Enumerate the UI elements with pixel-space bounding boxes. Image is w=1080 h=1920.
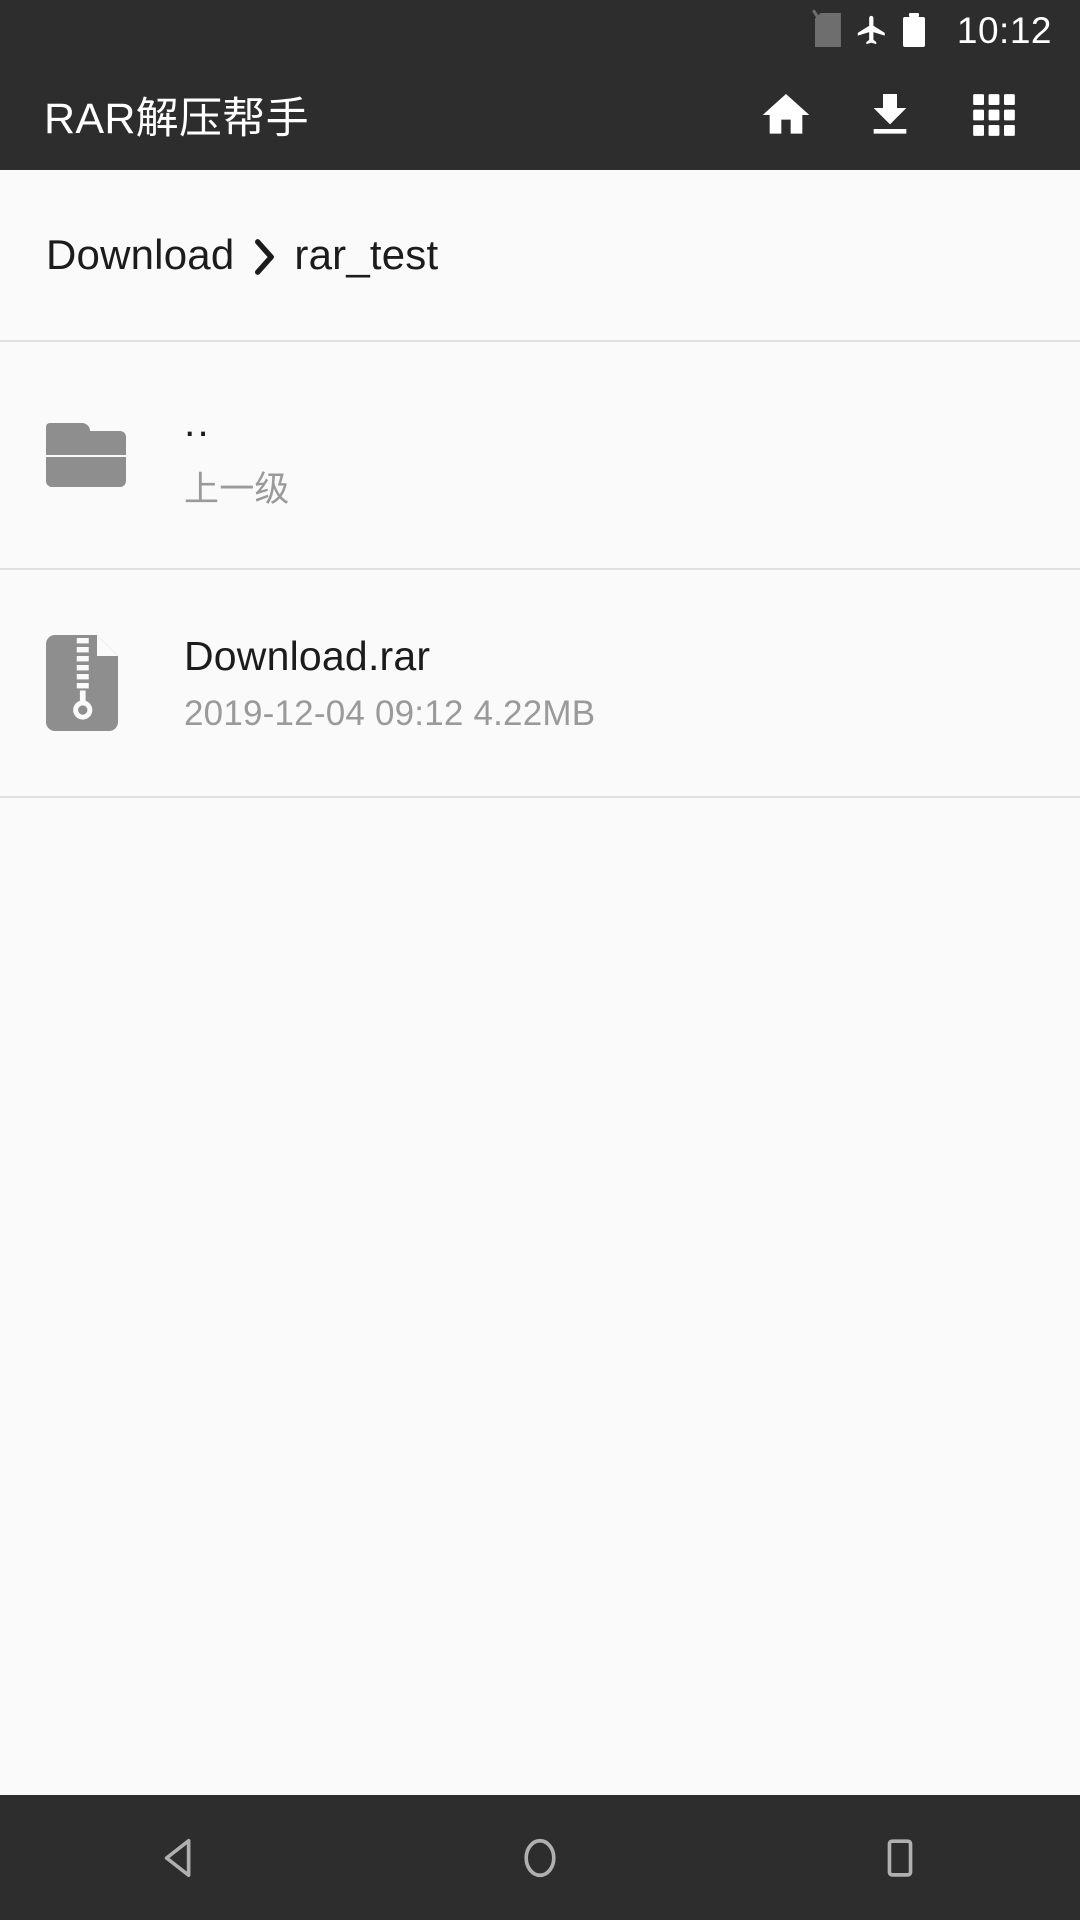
airplane-mode-icon [857,15,885,45]
nav-home-button[interactable] [360,1795,720,1920]
app-title: RAR解压帮手 [44,95,309,143]
phone-screen: 10:12 RAR解压帮手 Download rar_test .. 上一级 D… [0,0,1080,1920]
list-item-download-rar[interactable]: Download.rar 2019-12-04 09:12 4.22MB [0,570,1080,796]
row-text-block: Download.rar 2019-12-04 09:12 4.22MB [184,632,595,734]
archive-rar-icon [46,635,118,731]
breadcrumb-item-download[interactable]: Download [46,231,234,279]
download-icon [873,94,907,134]
app-bar-actions [734,63,1046,167]
status-bar-clock: 10:12 [956,9,1052,51]
list-item-subtitle: 上一级 [184,469,290,509]
no-sim-icon [811,9,841,47]
home-button[interactable] [734,63,838,167]
nav-recents-button[interactable] [720,1795,1080,1920]
list-item-parent-directory[interactable]: .. 上一级 [0,342,1080,568]
download-button[interactable] [838,63,942,167]
apps-grid-button[interactable] [942,63,1046,167]
row-text-block: .. 上一级 [184,398,290,511]
list-item-title: Download.rar [184,632,431,679]
recents-square-icon [887,1838,913,1877]
breadcrumb: Download rar_test [0,170,1080,340]
back-triangle-icon [164,1838,191,1877]
list-item-title: .. [184,399,211,446]
list-divider-bottom [0,796,1080,798]
app-bar: RAR解压帮手 [0,60,1080,170]
apps-grid-icon [973,94,1015,136]
nav-back-button[interactable] [0,1795,360,1920]
list-item-subtitle: 2019-12-04 09:12 4.22MB [184,694,596,734]
row-icon-slot [46,423,156,487]
folder-icon [46,423,126,487]
battery-icon [902,13,925,47]
file-list: .. 上一级 Download.rar 2019-12-04 09:12 4.2… [0,340,1080,798]
home-circle-icon [524,1838,556,1877]
breadcrumb-item-rar-test[interactable]: rar_test [294,231,438,279]
status-bar-icons: 10:12 [811,9,1052,51]
row-icon-slot [46,635,156,731]
home-icon [762,94,810,134]
status-bar: 10:12 [0,0,1080,60]
android-nav-bar [0,1795,1080,1920]
chevron-right-icon [251,239,277,275]
